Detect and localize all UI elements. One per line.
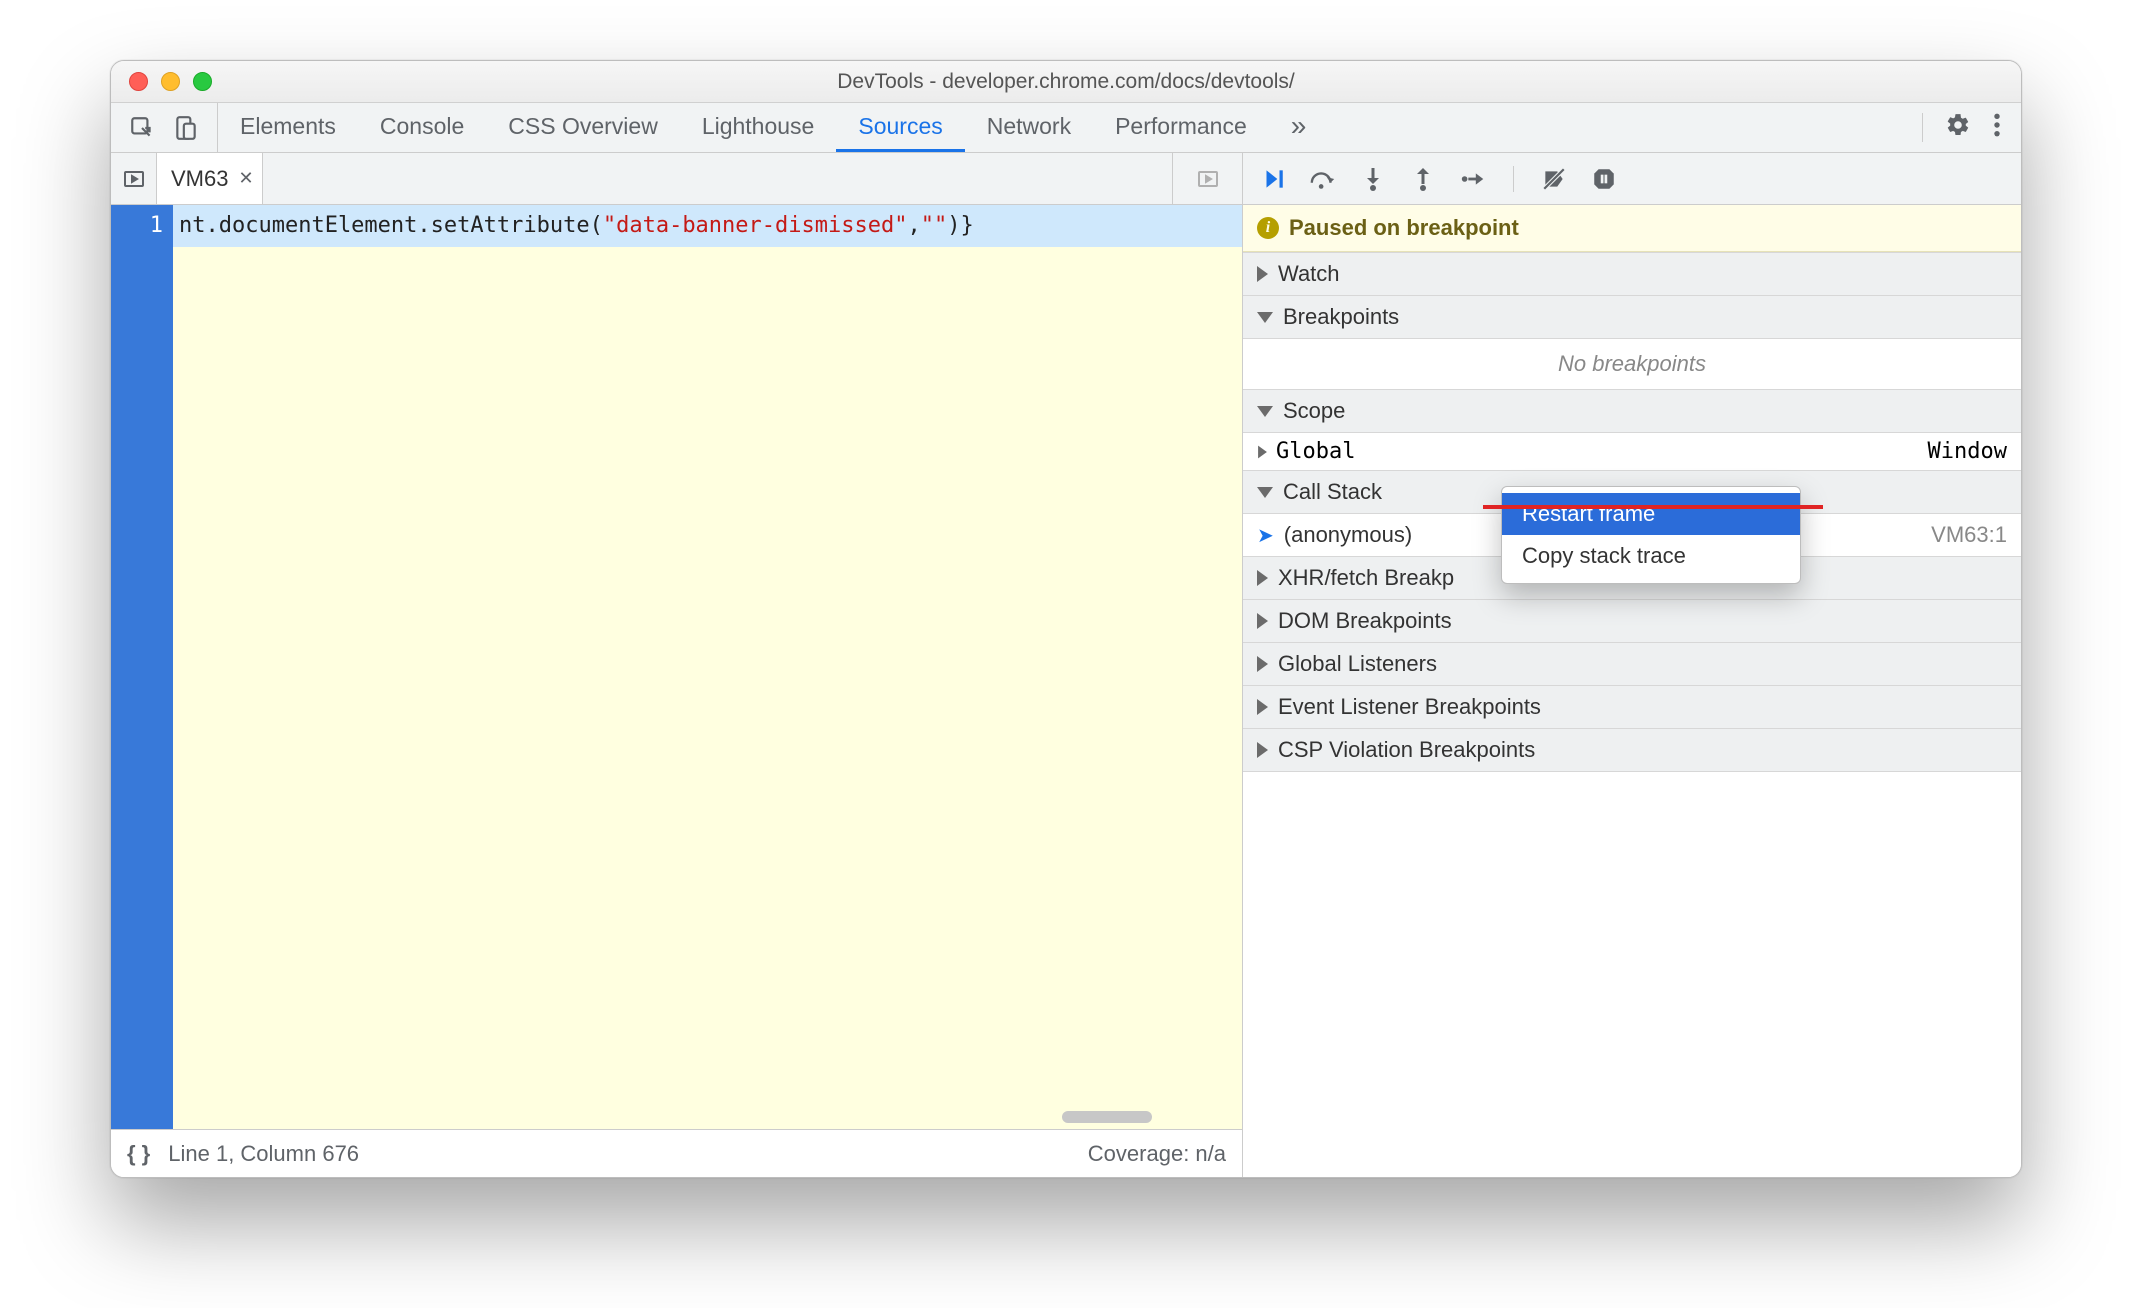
inspect-tools [111,103,218,152]
expand-icon [1257,742,1268,758]
minimize-window-button[interactable] [161,72,180,91]
collapse-icon [1257,312,1273,323]
context-menu-copy-stack-trace[interactable]: Copy stack trace [1502,535,1800,577]
more-tabs-icon[interactable]: » [1269,103,1329,152]
tab-css-overview[interactable]: CSS Overview [486,103,680,152]
section-label: CSP Violation Breakpoints [1278,737,1535,763]
settings-icon[interactable] [1945,112,1971,143]
paused-text: Paused on breakpoint [1289,215,1519,241]
toolbar-separator [1513,166,1514,192]
scope-name: Global [1276,439,1355,464]
current-frame-icon: ➤ [1257,523,1274,548]
section-label: DOM Breakpoints [1278,608,1452,634]
section-dom-breakpoints[interactable]: DOM Breakpoints [1243,600,2021,643]
expand-icon [1257,699,1268,715]
section-event-listener-breakpoints[interactable]: Event Listener Breakpoints [1243,686,2021,729]
code-area[interactable]: nt.documentElement.setAttribute("data-ba… [173,205,1242,1129]
section-label: Event Listener Breakpoints [1278,694,1541,720]
tab-performance[interactable]: Performance [1093,103,1269,152]
file-tab-vm63[interactable]: VM63 ✕ [157,153,263,204]
no-breakpoints-text: No breakpoints [1243,339,2021,389]
context-menu: Restart frame Copy stack trace [1501,486,1801,584]
section-label: Watch [1278,261,1340,287]
section-label: Call Stack [1283,479,1382,505]
tab-lighthouse[interactable]: Lighthouse [680,103,837,152]
scope-value: Window [1928,439,2007,464]
frame-location: VM63:1 [1931,522,2007,548]
section-scope[interactable]: Scope [1243,389,2021,433]
close-window-button[interactable] [129,72,148,91]
tab-sources[interactable]: Sources [836,103,964,152]
kebab-menu-icon[interactable] [1993,112,2001,143]
step-out-icon[interactable] [1409,165,1437,193]
coverage-label: Coverage: n/a [1088,1141,1226,1167]
paused-banner: i Paused on breakpoint [1243,205,2021,252]
expand-icon [1257,656,1268,672]
collapse-icon [1257,487,1273,498]
info-icon: i [1257,217,1279,239]
section-label: XHR/fetch Breakp [1278,565,1454,591]
titlebar: DevTools - developer.chrome.com/docs/dev… [111,61,2021,103]
section-label: Breakpoints [1283,304,1399,330]
panel-body: VM63 ✕ 1 nt.documentElement.setAttribute… [111,153,2021,1177]
sources-editor-pane: VM63 ✕ 1 nt.documentElement.setAttribute… [111,153,1243,1177]
expand-icon [1257,266,1268,282]
debugger-pane: i Paused on breakpoint Watch Breakpoints… [1243,153,2021,1177]
horizontal-scrollbar[interactable] [1062,1111,1152,1123]
section-breakpoints[interactable]: Breakpoints [1243,296,2021,339]
section-csp-breakpoints[interactable]: CSP Violation Breakpoints [1243,729,2021,772]
scope-global-row[interactable]: Global Window [1243,433,2021,470]
inspect-element-icon[interactable] [129,115,155,141]
window-title: DevTools - developer.chrome.com/docs/dev… [111,70,2021,94]
context-menu-restart-frame[interactable]: Restart frame [1502,493,1800,535]
expand-icon [1258,445,1267,458]
collapse-icon [1257,406,1273,417]
expand-icon [1257,570,1268,586]
toolbar-divider [1922,113,1923,142]
step-icon[interactable] [1459,165,1487,193]
section-label: Global Listeners [1278,651,1437,677]
strikethrough-annotation [1483,505,1823,509]
close-file-icon[interactable]: ✕ [238,168,253,189]
frame-name: (anonymous) [1284,522,1412,548]
tab-elements[interactable]: Elements [218,103,358,152]
step-over-icon[interactable] [1309,165,1337,193]
window-controls [111,72,212,91]
tab-console[interactable]: Console [358,103,486,152]
section-label: Scope [1283,398,1345,424]
devtools-window: DevTools - developer.chrome.com/docs/dev… [110,60,2022,1178]
maximize-window-button[interactable] [193,72,212,91]
device-toolbar-icon[interactable] [173,115,199,141]
code-editor[interactable]: 1 nt.documentElement.setAttribute("data-… [111,205,1242,1129]
tab-network[interactable]: Network [965,103,1093,152]
section-watch[interactable]: Watch [1243,252,2021,296]
editor-status-bar: { } Line 1, Column 676 Coverage: n/a [111,1129,1242,1177]
expand-icon [1257,613,1268,629]
step-into-icon[interactable] [1359,165,1387,193]
resume-icon[interactable] [1259,165,1287,193]
code-line: nt.documentElement.setAttribute("data-ba… [173,205,1242,247]
file-tab-label: VM63 [171,166,228,192]
cursor-position: Line 1, Column 676 [168,1141,359,1167]
line-gutter: 1 [111,205,173,1129]
section-global-listeners[interactable]: Global Listeners [1243,643,2021,686]
more-editor-options-icon[interactable] [1172,153,1242,204]
deactivate-breakpoints-icon[interactable] [1540,165,1568,193]
pause-on-exceptions-icon[interactable] [1590,165,1618,193]
debugger-toolbar [1243,153,2021,205]
line-number: 1 [117,211,163,241]
editor-tabs-bar: VM63 ✕ [111,153,1242,205]
pretty-print-icon[interactable]: { } [127,1141,150,1167]
show-navigator-icon[interactable] [111,153,157,204]
panel-tabs: Elements Console CSS Overview Lighthouse… [111,103,2021,153]
